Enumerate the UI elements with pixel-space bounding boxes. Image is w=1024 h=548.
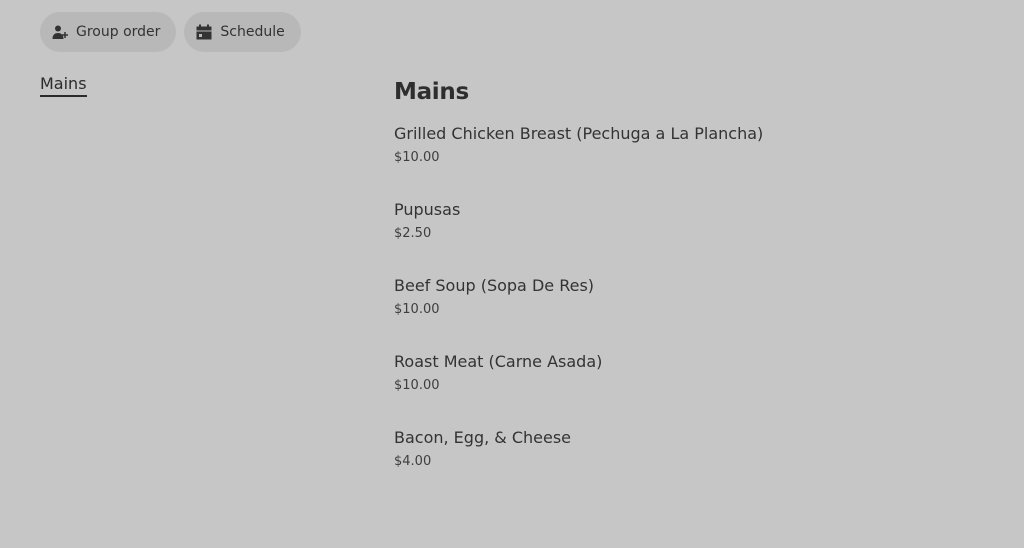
category-sidebar: Mains	[40, 74, 87, 97]
menu-item-price: $10.00	[394, 378, 440, 393]
group-order-label: Group order	[76, 24, 161, 40]
menu-section-mains: Mains Grilled Chicken Breast (Pechuga a …	[394, 76, 994, 502]
sidebar-item-mains[interactable]: Mains	[40, 74, 87, 97]
menu-item-price: $2.50	[394, 226, 432, 241]
menu-item-name: Beef Soup (Sopa De Res)	[394, 276, 595, 295]
store-menu-page: Group order Schedule Mains Mains Grilled…	[0, 0, 1024, 548]
schedule-label: Schedule	[220, 24, 285, 40]
menu-item-list: Grilled Chicken Breast (Pechuga a La Pla…	[394, 122, 994, 502]
menu-item-name: Bacon, Egg, & Cheese	[394, 428, 572, 447]
menu-item-name: Roast Meat (Carne Asada)	[394, 352, 603, 371]
menu-item-price: $4.00	[394, 454, 432, 469]
calendar-icon	[196, 24, 212, 40]
menu-item-name: Pupusas	[394, 200, 461, 219]
menu-item[interactable]: Roast Meat (Carne Asada) $10.00	[394, 350, 994, 426]
menu-item[interactable]: Bacon, Egg, & Cheese $4.00	[394, 426, 994, 502]
menu-item[interactable]: Beef Soup (Sopa De Res) $10.00	[394, 274, 994, 350]
menu-item-name: Grilled Chicken Breast (Pechuga a La Pla…	[394, 124, 764, 143]
menu-item-price: $10.00	[394, 302, 440, 317]
menu-item-price: $10.00	[394, 150, 440, 165]
menu-item[interactable]: Grilled Chicken Breast (Pechuga a La Pla…	[394, 122, 994, 198]
section-title: Mains	[394, 79, 469, 105]
schedule-button[interactable]: Schedule	[184, 12, 301, 52]
menu-item[interactable]: Pupusas $2.50	[394, 198, 994, 274]
add-person-icon	[52, 24, 68, 40]
group-order-button[interactable]: Group order	[40, 12, 177, 52]
top-actions: Group order Schedule	[40, 12, 301, 52]
